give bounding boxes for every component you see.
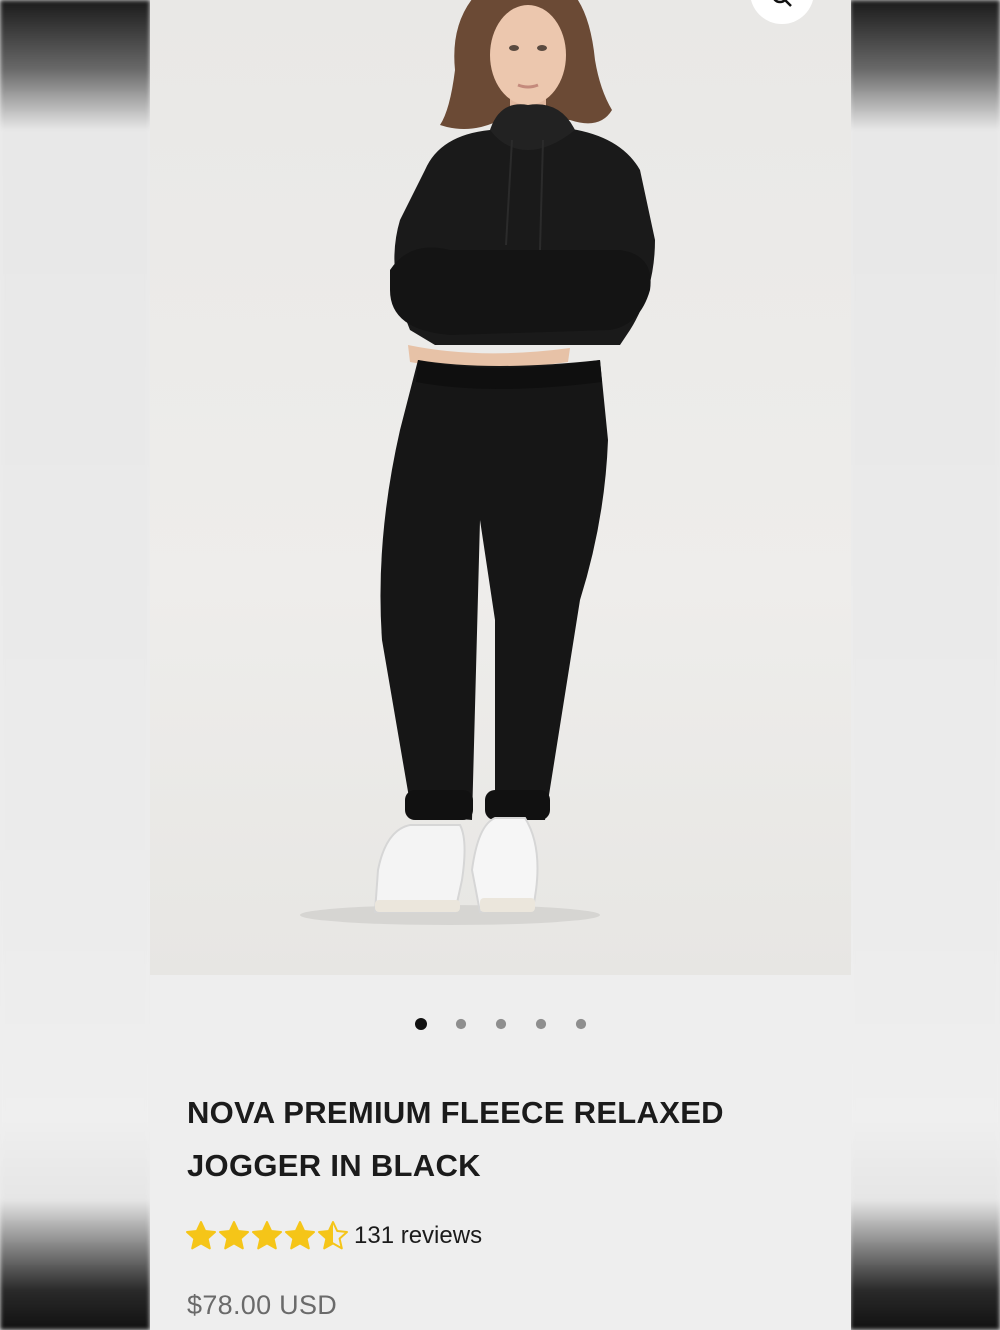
star-icon <box>252 1221 282 1250</box>
star-icon <box>186 1221 216 1250</box>
product-image[interactable] <box>150 0 851 975</box>
gallery-dot[interactable] <box>414 1018 427 1030</box>
star-icon <box>219 1221 249 1250</box>
product-title: NOVA PREMIUM FLEECE RELAXED JOGGER IN BL… <box>187 1095 724 1183</box>
reviews-link[interactable]: 131 reviews <box>354 1222 482 1250</box>
blurred-background-right <box>850 0 1000 1330</box>
model-illustration <box>300 0 655 925</box>
star-rating <box>185 1220 349 1252</box>
product-page: NOVA PREMIUM FLEECE RELAXED JOGGER IN BL… <box>150 0 851 1330</box>
gallery-dot[interactable] <box>535 1018 546 1030</box>
product-price: $78.00 USD <box>187 1290 338 1320</box>
blurred-background-left <box>0 0 150 1330</box>
gallery-dot[interactable] <box>455 1018 466 1030</box>
search-icon <box>773 0 792 7</box>
gallery-dot[interactable] <box>575 1018 586 1030</box>
star-icon <box>285 1221 315 1250</box>
gallery-pagination <box>150 1018 851 1030</box>
gallery-dot[interactable] <box>495 1018 506 1030</box>
star-icon <box>318 1221 348 1250</box>
product-rating[interactable]: 131 reviews <box>185 1220 482 1252</box>
